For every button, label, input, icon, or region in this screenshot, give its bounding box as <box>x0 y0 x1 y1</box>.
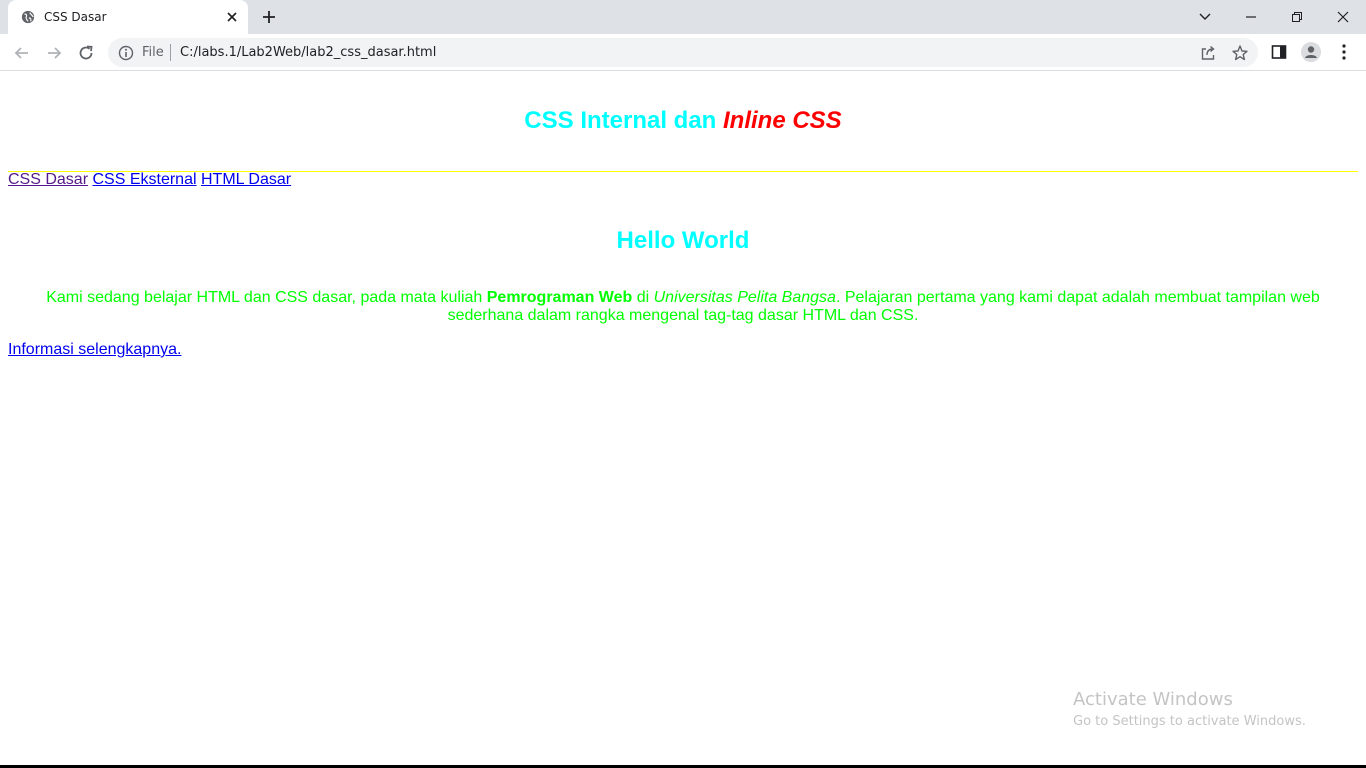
close-tab-icon[interactable] <box>224 9 240 25</box>
address-separator <box>170 44 171 61</box>
page-viewport: CSS Internal dan Inline CSS CSS Dasar CS… <box>0 71 1366 768</box>
chevron-down-icon <box>1199 13 1211 20</box>
page-heading: CSS Internal dan Inline CSS <box>0 107 1366 135</box>
forward-button[interactable] <box>42 41 66 65</box>
address-bar[interactable]: File C:/labs.1/Lab2Web/lab2_css_dasar.ht… <box>108 38 1258 67</box>
tab-strip: CSS Dasar <box>0 0 1366 34</box>
nav-link-html-dasar[interactable]: HTML Dasar <box>201 171 291 188</box>
arrow-left-icon <box>14 47 28 59</box>
tab-title: CSS Dasar <box>44 10 107 24</box>
share-icon[interactable] <box>1199 44 1217 62</box>
more-info-link[interactable]: Informasi selengkapnya. <box>8 341 181 359</box>
hello-heading: Hello World <box>616 227 750 254</box>
minimize-button[interactable] <box>1228 0 1274 34</box>
url-text[interactable]: C:/labs.1/Lab2Web/lab2_css_dasar.html <box>180 45 436 60</box>
restore-button[interactable] <box>1274 0 1320 34</box>
arrow-right-icon <box>48 47 62 59</box>
nav-links: CSS Dasar CSS Eksternal HTML Dasar <box>8 171 291 189</box>
nav-link-css-eksternal[interactable]: CSS Eksternal <box>92 171 196 188</box>
info-icon[interactable] <box>118 45 134 61</box>
kebab-menu-icon <box>1342 44 1346 60</box>
minimize-icon <box>1246 16 1256 18</box>
back-button[interactable] <box>10 41 34 65</box>
avatar-icon <box>1301 42 1321 62</box>
star-icon[interactable] <box>1231 44 1249 62</box>
new-tab-icon[interactable] <box>259 7 279 27</box>
browser-tab[interactable]: CSS Dasar <box>8 0 248 34</box>
menu-button[interactable] <box>1334 42 1354 62</box>
globe-icon <box>21 10 35 24</box>
para-bold-course: Pemrograman Web <box>486 289 633 306</box>
tab-search-button[interactable] <box>1182 0 1228 34</box>
restore-icon <box>1292 12 1302 22</box>
watermark-title: Activate Windows <box>1073 689 1233 710</box>
reload-button[interactable] <box>74 41 98 65</box>
nav-link-css-dasar[interactable]: CSS Dasar <box>8 171 88 188</box>
side-panel-icon <box>1271 45 1287 59</box>
intro-paragraph: Kami sedang belajar HTML dan CSS dasar, … <box>40 289 1326 325</box>
heading-part-inline: Inline CSS <box>723 107 842 134</box>
reload-icon <box>79 45 93 60</box>
activation-watermark: Activate Windows Go to Settings to activ… <box>1073 689 1306 729</box>
para-italic-university: Universitas Pelita Bangsa <box>653 289 836 306</box>
profile-button[interactable] <box>1301 42 1321 62</box>
browser-toolbar: File C:/labs.1/Lab2Web/lab2_css_dasar.ht… <box>0 34 1366 71</box>
scheme-label: File <box>142 45 164 60</box>
side-panel-button[interactable] <box>1269 42 1289 62</box>
close-window-button[interactable] <box>1320 0 1366 34</box>
para-text-1: Kami sedang belajar HTML dan CSS dasar, … <box>46 289 487 306</box>
para-text-2: di <box>632 289 654 306</box>
heading-part-internal: CSS Internal dan <box>524 107 723 134</box>
close-icon <box>1337 11 1349 23</box>
watermark-subtitle: Go to Settings to activate Windows. <box>1073 714 1306 729</box>
